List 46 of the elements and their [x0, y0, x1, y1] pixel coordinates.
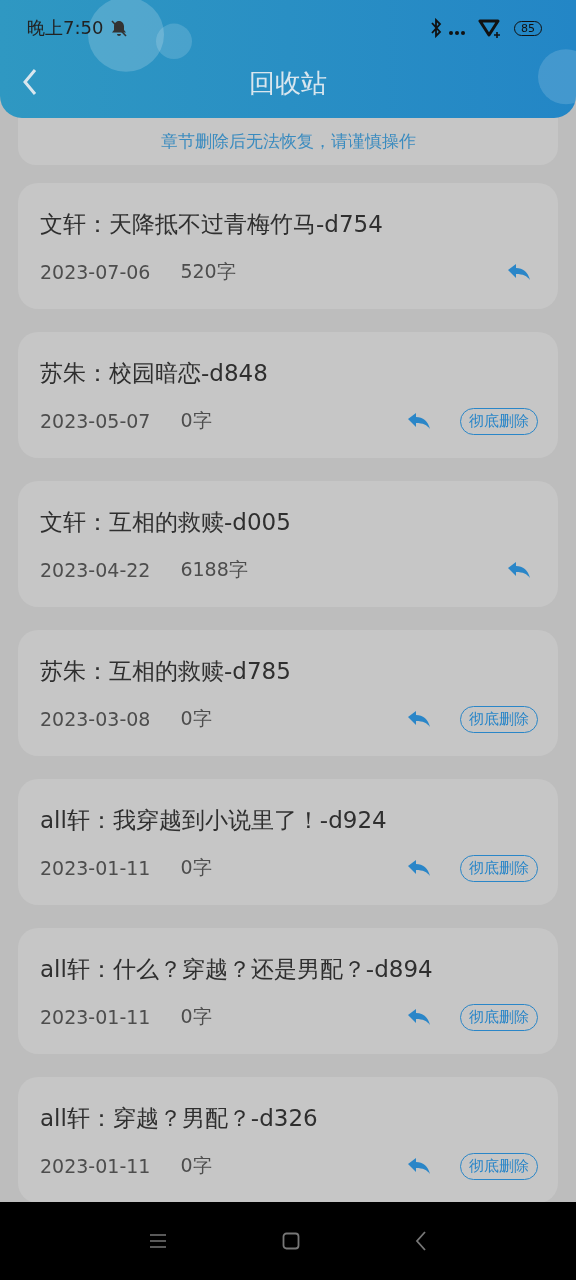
- chapter-title: all轩：穿越？男配？-d326: [40, 1104, 319, 1133]
- back-icon[interactable]: [415, 1231, 427, 1251]
- chapter-title: all轩：我穿越到小说里了！-d924: [40, 806, 388, 835]
- menu-icon[interactable]: [149, 1233, 167, 1249]
- chapter-card[interactable]: 苏朱：互相的救赎-d785 2023-03-08 0字 彻底删除: [18, 630, 558, 756]
- word-count: 6188字: [180, 557, 248, 582]
- chapter-date: 2023-05-07: [40, 410, 151, 432]
- chapter-date: 2023-01-11: [40, 857, 151, 879]
- more-dots-icon: [448, 30, 466, 36]
- word-count: 0字: [180, 408, 212, 433]
- chapter-card[interactable]: 苏朱：校园暗恋-d848 2023-05-07 0字 彻底删除: [18, 332, 558, 458]
- warning-text: 章节删除后无法恢复，请谨慎操作: [160, 130, 416, 153]
- chapter-date: 2023-01-11: [40, 1155, 151, 1177]
- chapter-card[interactable]: all轩：什么？穿越？还是男配？-d894 2023-01-11 0字 彻底删除: [18, 928, 558, 1054]
- word-count: 0字: [180, 1004, 212, 1029]
- home-icon[interactable]: [282, 1232, 300, 1250]
- restore-icon[interactable]: [508, 562, 530, 578]
- restore-icon[interactable]: [408, 1158, 430, 1174]
- restore-icon[interactable]: [408, 860, 430, 876]
- chapter-date: 2023-04-22: [40, 559, 151, 581]
- status-time: 晚上7:50: [27, 16, 104, 40]
- word-count: 0字: [180, 855, 212, 880]
- chapter-card[interactable]: all轩：我穿越到小说里了！-d924 2023-01-11 0字 彻底删除: [18, 779, 558, 905]
- restore-icon[interactable]: [408, 1009, 430, 1025]
- chapter-card[interactable]: all轩：穿越？男配？-d326 2023-01-11 0字 彻底删除: [18, 1077, 558, 1202]
- chapter-title: 苏朱：互相的救赎-d785: [40, 657, 292, 686]
- restore-icon[interactable]: [408, 413, 430, 429]
- chapter-card[interactable]: 文轩：天降抵不过青梅竹马-d754 2023-07-06 520字: [18, 183, 558, 309]
- chapter-title: 文轩：天降抵不过青梅竹马-d754: [40, 210, 384, 239]
- bubble-decoration: [538, 49, 576, 105]
- restore-icon[interactable]: [508, 264, 530, 280]
- back-button[interactable]: [22, 68, 38, 96]
- chapter-date: 2023-03-08: [40, 708, 151, 730]
- bluetooth-icon: [430, 18, 442, 38]
- word-count: 0字: [180, 706, 212, 731]
- chapter-title: 文轩：互相的救赎-d005: [40, 508, 292, 537]
- word-count: 520字: [180, 259, 236, 284]
- chapter-date: 2023-01-11: [40, 1006, 151, 1028]
- restore-icon[interactable]: [408, 711, 430, 727]
- chapter-title: all轩：什么？穿越？还是男配？-d894: [40, 955, 434, 984]
- chapter-date: 2023-07-06: [40, 261, 151, 283]
- chapter-card[interactable]: 文轩：互相的救赎-d005 2023-04-22 6188字: [18, 481, 558, 607]
- word-count: 0字: [180, 1153, 212, 1178]
- bell-muted-icon: [109, 18, 130, 38]
- page-title: 回收站: [249, 66, 327, 100]
- chapter-title: 苏朱：校园暗恋-d848: [40, 359, 269, 388]
